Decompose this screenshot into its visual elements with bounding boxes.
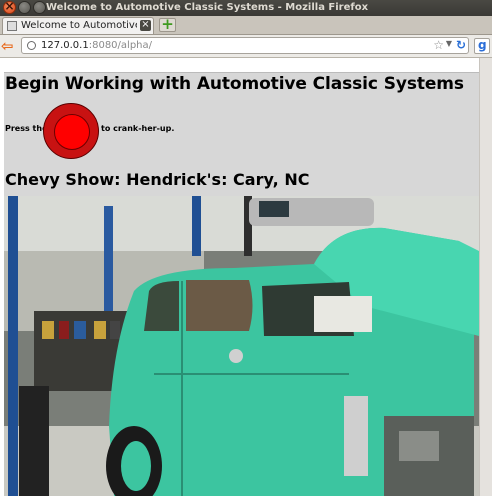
search-engine-google-icon[interactable]: g <box>474 38 490 54</box>
reload-icon[interactable]: ↻ <box>456 38 466 52</box>
back-arrow-icon[interactable]: ⇦ <box>1 38 17 54</box>
crank-label: to crank-her-up. <box>101 124 175 133</box>
url-history-dropdown-icon[interactable]: ▼ <box>446 39 452 48</box>
vertical-scrollbar[interactable] <box>479 58 492 496</box>
show-title: Chevy Show: Hendrick's: Cary, NC <box>5 170 310 189</box>
tab-close-icon[interactable]: × <box>140 20 151 31</box>
url-path: :8080/alpha/ <box>88 40 152 51</box>
car-show-photo <box>4 196 479 496</box>
press-label: Press the <box>5 124 48 133</box>
new-tab-button[interactable] <box>159 15 176 33</box>
navigation-toolbar: ⇦ 127.0.0.1:8080/alpha/ ☆ ▼ ↻ g <box>0 35 492 58</box>
window-titlebar: Welcome to Automotive Classic Systems - … <box>0 0 492 16</box>
url-bar[interactable]: 127.0.0.1:8080/alpha/ ☆ ▼ ↻ <box>21 37 469 54</box>
page-favicon-icon <box>7 21 17 31</box>
maximize-window-icon[interactable] <box>33 1 46 14</box>
tab-title: Welcome to Automotive Classic... <box>21 20 137 31</box>
close-window-icon[interactable] <box>3 0 16 14</box>
url-text[interactable]: 127.0.0.1:8080/alpha/ <box>41 40 152 51</box>
tab-active[interactable]: Welcome to Automotive Classic... × <box>2 17 154 34</box>
globe-icon <box>27 41 36 50</box>
url-host: 127.0.0.1 <box>41 40 89 51</box>
crank-start-button[interactable] <box>43 103 99 159</box>
window-title: Welcome to Automotive Classic Systems - … <box>46 2 369 13</box>
minimize-window-icon[interactable] <box>18 1 31 14</box>
page-heading: Begin Working with Automotive Classic Sy… <box>5 74 464 94</box>
intro-panel: Begin Working with Automotive Classic Sy… <box>4 72 479 197</box>
tab-strip: Welcome to Automotive Classic... × <box>0 15 492 35</box>
page-content: Begin Working with Automotive Classic Sy… <box>0 58 492 496</box>
bookmark-star-icon[interactable]: ☆ <box>433 38 444 52</box>
window-controls <box>3 0 46 14</box>
